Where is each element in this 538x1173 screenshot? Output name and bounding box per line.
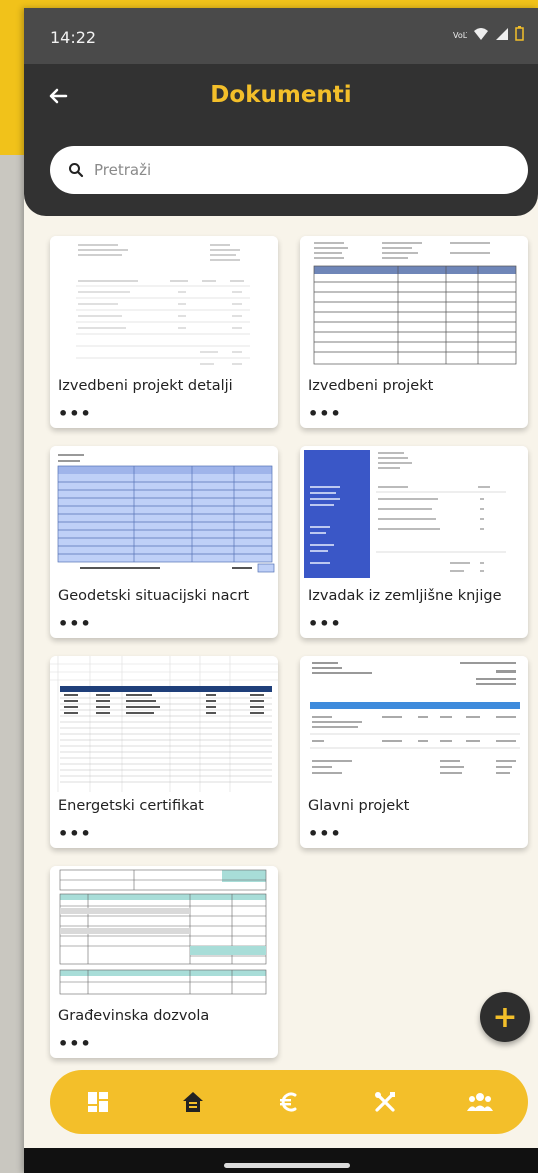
- document-thumbnail: [50, 656, 278, 792]
- app-header: Dokumenti: [24, 64, 538, 216]
- document-card[interactable]: Glavni projekt •••: [300, 656, 528, 848]
- status-bar: 14:22 VoLTE: [24, 8, 538, 64]
- document-card[interactable]: Geodetski situacijski nacrt •••: [50, 446, 278, 638]
- document-title: Energetski certifikat: [58, 798, 204, 814]
- search-bar[interactable]: [50, 146, 528, 194]
- system-gesture-bar: [24, 1148, 538, 1173]
- document-card[interactable]: Izvedbeni projekt •••: [300, 236, 528, 428]
- plus-icon: +: [492, 999, 518, 1035]
- nav-dashboard[interactable]: [78, 1082, 118, 1122]
- status-time: 14:22: [50, 28, 97, 47]
- document-card[interactable]: Izvadak iz zemljišne knjige •••: [300, 446, 528, 638]
- document-title: Glavni projekt: [308, 798, 410, 814]
- more-options-icon[interactable]: •••: [58, 404, 92, 423]
- status-icons: VoLTE: [453, 26, 524, 45]
- more-options-icon[interactable]: •••: [308, 404, 342, 423]
- document-title: Geodetski situacijski nacrt: [58, 588, 250, 604]
- tools-icon: [374, 1092, 395, 1112]
- page-title: Dokumenti: [210, 82, 352, 108]
- more-options-icon[interactable]: •••: [58, 1034, 92, 1053]
- euro-icon: [279, 1092, 297, 1112]
- document-title: Građevinska dozvola: [58, 1008, 210, 1024]
- document-thumbnail: [50, 236, 278, 372]
- document-card[interactable]: Izvedbeni projekt detalji •••: [50, 236, 278, 428]
- signal-icon: [495, 27, 509, 45]
- document-thumbnail: [50, 866, 278, 1002]
- document-thumbnail: [50, 446, 278, 582]
- home-icon: [183, 1092, 204, 1112]
- document-card[interactable]: Energetski certifikat •••: [50, 656, 278, 848]
- search-icon: [69, 163, 84, 178]
- bottom-navigation: [50, 1070, 528, 1134]
- wifi-icon: [473, 27, 489, 45]
- more-options-icon[interactable]: •••: [58, 614, 92, 633]
- nav-finances[interactable]: [269, 1082, 309, 1122]
- document-thumbnail: [300, 446, 528, 582]
- document-card[interactable]: Građevinska dozvola •••: [50, 866, 278, 1058]
- more-options-icon[interactable]: •••: [58, 824, 92, 843]
- document-thumbnail: [300, 236, 528, 372]
- dashboard-icon: [87, 1092, 108, 1112]
- wifi-calling-icon: VoLTE: [453, 28, 476, 44]
- nav-tools[interactable]: [365, 1082, 405, 1122]
- svg-text:VoLTE: VoLTE: [453, 31, 467, 40]
- phone-screen: 14:22 VoLTE Dokumenti: [24, 8, 538, 1173]
- nav-team[interactable]: [460, 1082, 500, 1122]
- search-input[interactable]: [92, 160, 476, 180]
- more-options-icon[interactable]: •••: [308, 614, 342, 633]
- document-title: Izvedbeni projekt detalji: [58, 378, 233, 394]
- team-icon: [467, 1093, 494, 1111]
- document-thumbnail: [300, 656, 528, 792]
- add-document-button[interactable]: +: [480, 992, 530, 1042]
- document-title: Izvedbeni projekt: [308, 378, 434, 394]
- gesture-handle[interactable]: [224, 1163, 350, 1168]
- more-options-icon[interactable]: •••: [308, 824, 342, 843]
- nav-home[interactable]: [173, 1082, 213, 1122]
- document-title: Izvadak iz zemljišne knjige: [308, 588, 502, 604]
- battery-icon: [515, 26, 524, 45]
